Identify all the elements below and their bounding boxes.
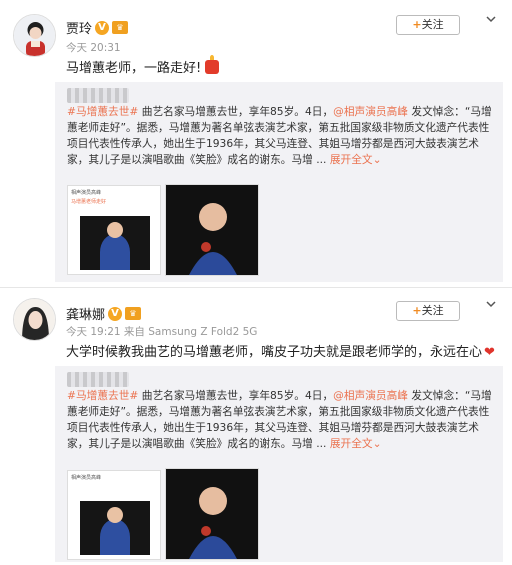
post-meta: 今天 20:31 [66,42,121,54]
chevron-down-icon[interactable] [485,298,497,310]
image-thumbnail-1[interactable]: 相声演员高峰 马增蕙老师走好 [67,185,161,275]
author-name[interactable]: 龚琳娜 [66,304,105,323]
chevron-down-icon[interactable] [485,13,497,25]
verified-badge-icon: V [108,306,123,321]
plus-icon: + [412,18,422,31]
follow-label: 关注 [421,18,444,31]
image-thumbnail-1[interactable]: 相声演员高峰 [67,470,161,560]
weibo-post-2: 龚琳娜 V ♛ 今天 19:21 来自 Samsung Z Fold2 5G +… [0,287,512,565]
image-thumbnail-2[interactable] [165,468,259,560]
repost-card[interactable]: #马增蕙去世# 曲艺名家马增蕙去世，享年85岁。4日，@相声演员高峰 发文悼念：… [55,366,503,562]
mention-link[interactable]: @相声演员高峰 [333,105,408,118]
photo [80,501,150,555]
repost-body-a: 曲艺名家马增蕙去世，享年85岁。4日， [138,389,334,402]
plus-icon: + [412,304,422,317]
heart-emoji-icon: ❤ [484,345,495,360]
avatar-image [14,15,55,56]
member-crown-icon: ♛ [125,307,142,320]
avatar[interactable] [13,14,56,57]
thumb-caption-1: 相声演员高峰 [71,475,102,481]
hashtag-link[interactable]: #马增蕙去世# [67,389,138,402]
author-name[interactable]: 贾玲 [66,18,92,37]
post-text-content: 马增蕙老师，一路走好! [66,61,202,76]
post-text: 马增蕙老师，一路走好! [66,55,220,77]
repost-card[interactable]: #马增蕙去世# 曲艺名家马增蕙去世，享年85岁。4日，@相声演员高峰 发文悼念：… [55,82,503,282]
expand-full-text-link[interactable]: 展开全文 [330,437,373,450]
verified-badge-icon: V [95,20,110,35]
blurred-author [67,88,129,103]
post-text-content: 大学时候教我曲艺的马增蕙老师，嘴皮子功夫就是跟老师学的，永远在心 [66,345,483,360]
repost-body-a: 曲艺名家马增蕙去世，享年85岁。4日， [138,105,334,118]
author[interactable]: 贾玲 V ♛ [66,18,129,37]
image-thumbnail-2[interactable] [165,184,259,276]
photo [166,469,258,559]
follow-label: 关注 [421,304,444,317]
post-meta: 今天 19:21 来自 Samsung Z Fold2 5G [66,326,258,338]
mention-link[interactable]: @相声演员高峰 [333,389,408,402]
follow-button[interactable]: +关注 [396,301,460,321]
blurred-author [67,372,129,387]
thumb-caption-1: 相声演员高峰 [71,190,102,196]
chevron-down-icon: ⌄ [372,437,382,450]
candle-emoji-icon [205,55,220,74]
weibo-post-1: 贾玲 V ♛ 今天 20:31 +关注 马增蕙老师，一路走好! #马增蕙去世# … [0,0,512,287]
follow-button[interactable]: +关注 [396,15,460,35]
chevron-down-icon: ⌄ [372,153,382,166]
avatar[interactable] [13,298,56,341]
avatar-image [14,299,55,340]
expand-full-text-link[interactable]: 展开全文 [330,153,373,166]
repost-text: #马增蕙去世# 曲艺名家马增蕙去世，享年85岁。4日，@相声演员高峰 发文悼念：… [67,388,497,452]
member-crown-icon: ♛ [112,21,129,34]
repost-text: #马增蕙去世# 曲艺名家马增蕙去世，享年85岁。4日，@相声演员高峰 发文悼念：… [67,104,497,168]
photo [166,185,258,275]
thumb-caption-2: 马增蕙老师走好 [71,199,107,205]
photo [80,216,150,270]
author[interactable]: 龚琳娜 V ♛ [66,304,142,323]
post-text: 大学时候教我曲艺的马增蕙老师，嘴皮子功夫就是跟老师学的，永远在心 ❤ [66,344,495,361]
hashtag-link[interactable]: #马增蕙去世# [67,105,138,118]
